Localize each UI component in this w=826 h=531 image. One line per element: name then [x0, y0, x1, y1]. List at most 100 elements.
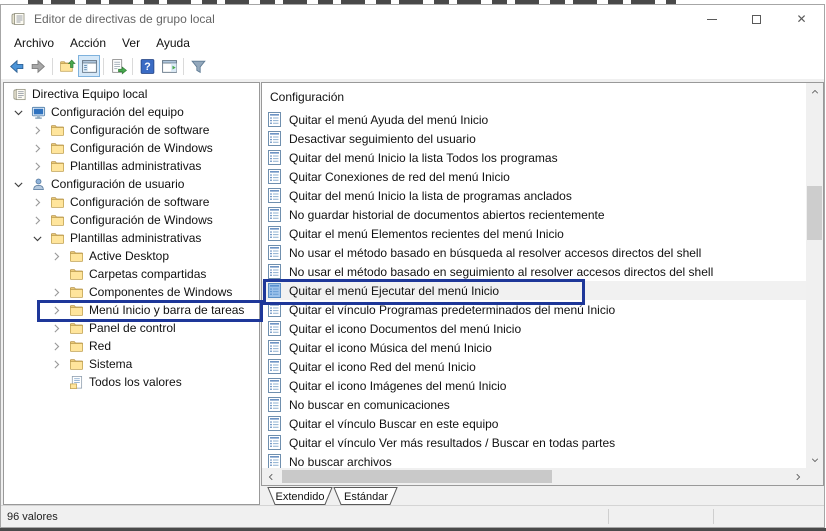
- scrollbar-corner: [806, 468, 823, 485]
- gpedit-window: Editor de directivas de grupo local ✕ Ar…: [0, 4, 825, 528]
- chevron-right-icon[interactable]: [31, 124, 44, 137]
- tree-item[interactable]: Configuración de Windows: [4, 211, 259, 229]
- policy-item-label: Quitar del menú Inicio la lista de progr…: [289, 188, 572, 203]
- folder-icon: [69, 249, 84, 264]
- folder-icon: [69, 285, 84, 300]
- minimize-button[interactable]: [689, 5, 734, 33]
- chevron-right-icon[interactable]: [50, 322, 63, 335]
- policy-item-label: Quitar el icono Documentos del menú Inic…: [289, 321, 522, 336]
- policy-setting-icon: [268, 264, 281, 279]
- scroll-up-button[interactable]: [806, 83, 823, 100]
- policy-item[interactable]: Quitar el menú Ayuda del menú Inicio: [262, 110, 806, 129]
- export-list-button[interactable]: [107, 55, 129, 77]
- maximize-button[interactable]: [734, 5, 779, 33]
- policy-item[interactable]: Quitar el icono Documentos del menú Inic…: [262, 319, 806, 338]
- policy-item[interactable]: Quitar el vínculo Ver más resultados / B…: [262, 433, 806, 452]
- chevron-right-icon[interactable]: [50, 304, 63, 317]
- tree-item[interactable]: Panel de control: [4, 319, 259, 337]
- tree-item[interactable]: Directiva Equipo local: [4, 85, 259, 103]
- tree-item-label: Active Desktop: [89, 249, 170, 263]
- filter-button[interactable]: [187, 55, 209, 77]
- policy-item[interactable]: Quitar el menú Elementos recientes del m…: [262, 224, 806, 243]
- scroll-left-button[interactable]: [262, 468, 279, 485]
- policy-item[interactable]: No usar el método basado en seguimiento …: [262, 262, 806, 281]
- policy-item[interactable]: Quitar el vínculo Buscar en este equipo: [262, 414, 806, 433]
- svg-text:Estándar: Estándar: [344, 491, 388, 503]
- user-icon: [31, 177, 46, 192]
- gpedit-scroll-icon: [10, 11, 26, 27]
- forward-arrow-button[interactable]: [27, 55, 49, 77]
- vertical-scrollbar-thumb[interactable]: [807, 186, 822, 240]
- tree-item[interactable]: Sistema: [4, 355, 259, 373]
- tree-item[interactable]: Configuración del equipo: [4, 103, 259, 121]
- tree-item[interactable]: Todos los valores: [4, 373, 259, 391]
- tab-extendido[interactable]: Extendido: [267, 487, 333, 505]
- tree-item[interactable]: Componentes de Windows: [4, 283, 259, 301]
- policy-item[interactable]: Quitar el vínculo Programas predetermina…: [262, 300, 806, 319]
- tree-item[interactable]: Red: [4, 337, 259, 355]
- policy-item-label: Desactivar seguimiento del usuario: [289, 131, 476, 146]
- chevron-right-icon[interactable]: [50, 358, 63, 371]
- policy-setting-icon: [268, 340, 281, 355]
- tree-item[interactable]: Configuración de software: [4, 121, 259, 139]
- title-bar[interactable]: Editor de directivas de grupo local ✕: [1, 5, 824, 33]
- policy-item[interactable]: Quitar del menú Inicio la lista Todos lo…: [262, 148, 806, 167]
- chevron-right-icon[interactable]: [50, 286, 63, 299]
- tree-item[interactable]: Configuración de usuario: [4, 175, 259, 193]
- chevron-right-icon[interactable]: [31, 214, 44, 227]
- scroll-down-button[interactable]: [806, 451, 823, 468]
- policy-item[interactable]: Desactivar seguimiento del usuario: [262, 129, 806, 148]
- policy-item[interactable]: No buscar en comunicaciones: [262, 395, 806, 414]
- tree-item[interactable]: Active Desktop: [4, 247, 259, 265]
- chevron-right-icon[interactable]: [31, 142, 44, 155]
- chevron-right-icon[interactable]: [31, 196, 44, 209]
- policy-item[interactable]: No usar el método basado en búsqueda al …: [262, 243, 806, 262]
- tree-item[interactable]: Carpetas compartidas: [4, 265, 259, 283]
- menu-accion[interactable]: Acción: [62, 34, 114, 52]
- show-console-tree-button[interactable]: [78, 55, 100, 77]
- tree-item-label: Sistema: [89, 357, 133, 371]
- menu-ayuda[interactable]: Ayuda: [148, 34, 198, 52]
- chevron-right-icon[interactable]: [50, 340, 63, 353]
- vertical-scrollbar[interactable]: [806, 83, 823, 468]
- folder-icon: [69, 339, 84, 354]
- policy-item-label: Quitar el menú Elementos recientes del m…: [289, 226, 564, 241]
- tab-estandar[interactable]: Estándar: [333, 487, 398, 505]
- tree-item-label: Configuración de Windows: [70, 141, 213, 155]
- policy-item[interactable]: Quitar el icono Red del menú Inicio: [262, 357, 806, 376]
- chevron-down-icon[interactable]: [31, 232, 44, 245]
- chevron-right-icon[interactable]: [50, 250, 63, 263]
- help-button[interactable]: [136, 55, 158, 77]
- tree-item[interactable]: Plantillas administrativas: [4, 229, 259, 247]
- chevron-down-icon[interactable]: [12, 106, 25, 119]
- policy-item[interactable]: No guardar historial de documentos abier…: [262, 205, 806, 224]
- list-column-header[interactable]: Configuración: [270, 90, 344, 104]
- policy-item[interactable]: Quitar el menú Ejecutar del menú Inicio: [262, 281, 806, 300]
- tree-item[interactable]: Configuración de Windows: [4, 139, 259, 157]
- tree-item-label: Configuración de software: [70, 195, 210, 209]
- folder-icon: [50, 159, 65, 174]
- horizontal-scrollbar-thumb[interactable]: [282, 470, 552, 483]
- show-action-pane-button[interactable]: [158, 55, 180, 77]
- chevron-down-icon[interactable]: [12, 178, 25, 191]
- scroll-right-button[interactable]: [789, 468, 806, 485]
- close-button[interactable]: ✕: [779, 5, 824, 33]
- menu-ver[interactable]: Ver: [114, 34, 148, 52]
- chevron-right-icon[interactable]: [31, 160, 44, 173]
- policy-item[interactable]: Quitar Conexiones de red del menú Inicio: [262, 167, 806, 186]
- back-arrow-button[interactable]: [5, 55, 27, 77]
- tree-item[interactable]: Configuración de software: [4, 193, 259, 211]
- status-text: 96 valores: [7, 510, 58, 523]
- policy-item[interactable]: No buscar archivos: [262, 452, 806, 468]
- folder-icon: [50, 195, 65, 210]
- tree-item[interactable]: Plantillas administrativas: [4, 157, 259, 175]
- policy-item-label: No buscar en comunicaciones: [289, 397, 450, 412]
- up-one-level-button[interactable]: [56, 55, 78, 77]
- menu-archivo[interactable]: Archivo: [6, 34, 62, 52]
- horizontal-scrollbar[interactable]: [262, 468, 806, 485]
- policy-item[interactable]: Quitar el icono Música del menú Inicio: [262, 338, 806, 357]
- tree-item[interactable]: Menú Inicio y barra de tareas: [4, 301, 259, 319]
- tree-item-label: Todos los valores: [89, 375, 182, 389]
- policy-item[interactable]: Quitar del menú Inicio la lista de progr…: [262, 186, 806, 205]
- policy-item[interactable]: Quitar el icono Imágenes del menú Inicio: [262, 376, 806, 395]
